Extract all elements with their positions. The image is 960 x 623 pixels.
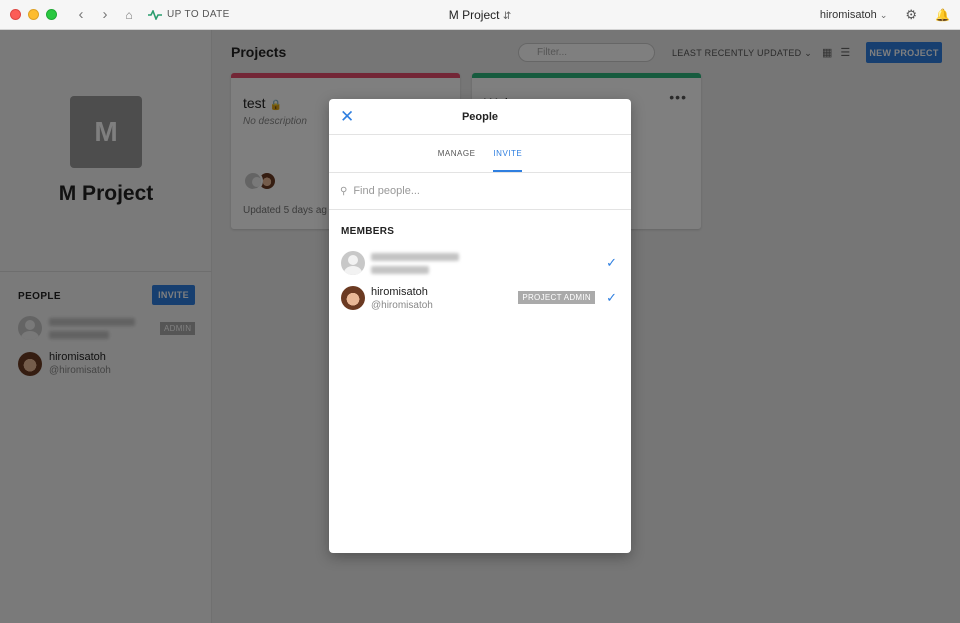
find-people-input[interactable] bbox=[353, 185, 604, 197]
chevron-down-icon: ⌄ bbox=[879, 10, 888, 20]
member-row[interactable]: ✓ bbox=[341, 248, 619, 278]
zoom-window-button[interactable] bbox=[46, 9, 57, 20]
avatar bbox=[341, 251, 365, 275]
modal-title: People bbox=[461, 111, 499, 123]
back-icon[interactable]: ‹ bbox=[74, 6, 88, 23]
find-people-search: ⚲ bbox=[329, 173, 631, 210]
member-name: hiromisatoh bbox=[371, 285, 428, 298]
user-menu[interactable]: hiromisatoh ⌄ bbox=[820, 9, 887, 21]
search-icon: ⚲ bbox=[340, 185, 348, 197]
project-switcher-label: M Project bbox=[448, 8, 500, 22]
sync-status-label: UP TO DATE bbox=[167, 9, 230, 20]
redacted-name bbox=[371, 252, 459, 261]
bell-icon[interactable]: 🔔 bbox=[935, 8, 950, 22]
avatar bbox=[341, 286, 365, 310]
member-row[interactable]: hiromisatoh @hiromisatoh PROJECT ADMIN ✓ bbox=[341, 283, 619, 313]
modal-header: ✕ People bbox=[329, 99, 631, 135]
home-icon[interactable]: ⌂ bbox=[122, 8, 136, 22]
project-switcher[interactable]: M Project ⇵ bbox=[449, 8, 511, 22]
people-modal: ✕ People MANAGE INVITE ⚲ MEMBERS ✓ hirom… bbox=[329, 99, 631, 553]
minimize-window-button[interactable] bbox=[28, 9, 39, 20]
check-icon[interactable]: ✓ bbox=[606, 290, 617, 306]
forward-icon[interactable]: › bbox=[98, 6, 112, 23]
members-title: MEMBERS bbox=[341, 226, 395, 237]
tab-invite[interactable]: INVITE bbox=[493, 135, 523, 172]
project-admin-badge: PROJECT ADMIN bbox=[518, 291, 595, 304]
user-menu-label: hiromisatoh bbox=[819, 9, 877, 21]
sync-status: UP TO DATE bbox=[148, 9, 230, 20]
redacted-handle bbox=[371, 265, 429, 274]
activity-pulse-icon bbox=[148, 9, 162, 20]
member-handle: @hiromisatoh bbox=[371, 299, 433, 311]
modal-tabs: MANAGE INVITE bbox=[329, 135, 631, 173]
check-icon[interactable]: ✓ bbox=[606, 255, 617, 271]
settings-gear-icon[interactable]: ⚙ bbox=[905, 7, 917, 23]
window-controls bbox=[10, 9, 57, 20]
close-window-button[interactable] bbox=[10, 9, 21, 20]
chevron-updown-icon: ⇵ bbox=[502, 11, 512, 22]
tab-manage[interactable]: MANAGE bbox=[438, 135, 476, 172]
